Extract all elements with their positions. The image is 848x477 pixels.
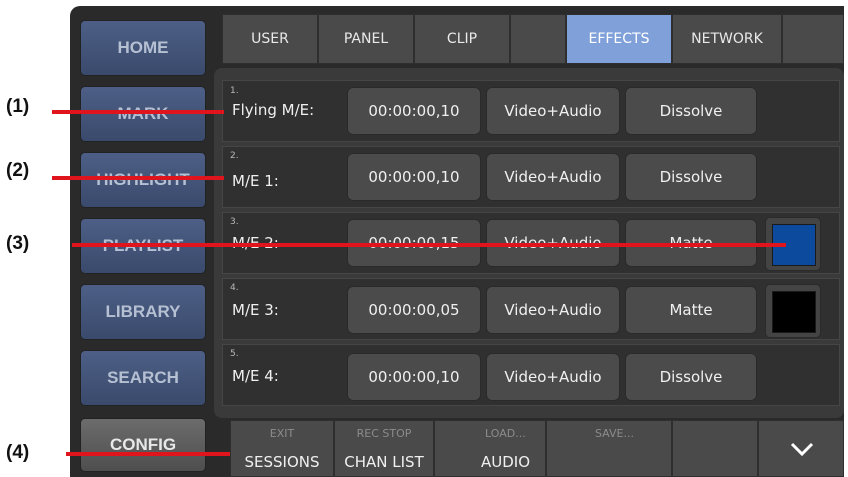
sidebar-item-label: HOME xyxy=(117,38,169,57)
tab-label: EFFECTS xyxy=(588,31,650,47)
callout-label: (2) xyxy=(6,160,30,181)
tab-clip[interactable]: CLIP xyxy=(414,14,510,64)
callout-line xyxy=(52,110,224,114)
transition-button[interactable]: Dissolve xyxy=(625,353,757,401)
callout-label: (4) xyxy=(6,442,30,463)
rec-stop-chan-list-button[interactable]: REC STOP CHAN LIST xyxy=(334,420,434,477)
sidebar-item-label: LIBRARY xyxy=(105,302,181,321)
chevron-down-icon xyxy=(790,442,814,457)
duration-button[interactable]: 00:00:00,10 xyxy=(347,87,481,135)
callout-label: (3) xyxy=(6,233,30,254)
exit-sessions-button[interactable]: EXIT SESSIONS xyxy=(230,420,334,477)
sidebar-item-label: SEARCH xyxy=(107,368,179,387)
row-number: 3. xyxy=(230,217,239,227)
tab-label: USER xyxy=(251,31,289,47)
bottom-button-label: CHAN LIST xyxy=(344,453,424,471)
tab-user[interactable]: USER xyxy=(222,14,318,64)
mode-button[interactable]: Video+Audio xyxy=(486,286,620,334)
transition-button[interactable]: Matte xyxy=(625,286,757,334)
callout-line xyxy=(66,452,230,456)
row-name: M/E 1: xyxy=(232,172,279,190)
color-swatch xyxy=(772,291,816,333)
row-name: M/E 3: xyxy=(232,301,279,319)
row-number: 2. xyxy=(230,151,239,161)
bottom-button-top-label: LOAD... xyxy=(485,427,526,440)
sidebar-item-home[interactable]: HOME xyxy=(80,20,206,76)
tab-network[interactable]: NETWORK xyxy=(672,14,782,64)
row-number: 5. xyxy=(230,349,239,359)
duration-button[interactable]: 00:00:00,05 xyxy=(347,286,481,334)
sidebar-item-label: MARK xyxy=(118,104,169,124)
bottom-button-label: SESSIONS xyxy=(244,453,320,471)
sidebar-item-search[interactable]: SEARCH xyxy=(80,350,206,406)
tab-label: CLIP xyxy=(446,31,478,47)
row-name: Flying M/E: xyxy=(232,101,315,119)
bottom-button-top-label: SAVE... xyxy=(595,427,634,440)
bottom-button-top-label: EXIT xyxy=(269,427,295,440)
row-number: 1. xyxy=(230,86,239,96)
tab-effects[interactable]: EFFECTS xyxy=(566,14,672,64)
tab-blank xyxy=(510,14,566,64)
callout-line xyxy=(52,176,224,180)
bottom-button-top-label: REC STOP xyxy=(356,427,412,440)
mode-button[interactable]: Video+Audio xyxy=(486,87,620,135)
transition-button[interactable]: Dissolve xyxy=(625,87,757,135)
sidebar-item-highlight[interactable]: HIGHLIGHT xyxy=(80,152,206,208)
row-number: 4. xyxy=(230,283,239,293)
mode-button[interactable]: Video+Audio xyxy=(486,353,620,401)
color-swatch-button[interactable] xyxy=(765,284,821,338)
transition-button[interactable]: Dissolve xyxy=(625,153,757,201)
row-name: M/E 4: xyxy=(232,367,279,385)
callout-line xyxy=(72,243,786,247)
sidebar-item-mark[interactable]: MARK xyxy=(80,86,206,142)
blank-bottom-button xyxy=(672,420,758,477)
sidebar-item-library[interactable]: LIBRARY xyxy=(80,284,206,340)
tab-panel[interactable]: PANEL xyxy=(318,14,414,64)
mode-button[interactable]: Video+Audio xyxy=(486,153,620,201)
sidebar-item-config[interactable]: CONFIG xyxy=(80,418,206,472)
tab-label: PANEL xyxy=(343,31,389,47)
callout-label: (1) xyxy=(6,96,30,117)
bottom-button-label: AUDIO xyxy=(481,453,531,471)
load-audio-button[interactable]: LOAD... AUDIO xyxy=(434,420,546,477)
tab-label: NETWORK xyxy=(691,31,763,47)
scroll-down-button[interactable] xyxy=(758,420,844,477)
sidebar-item-label: HIGHLIGHT xyxy=(96,170,190,190)
duration-button[interactable]: 00:00:00,10 xyxy=(347,353,481,401)
save-button[interactable]: SAVE... xyxy=(546,420,672,477)
tab-blank-end xyxy=(782,14,844,64)
duration-button[interactable]: 00:00:00,10 xyxy=(347,153,481,201)
